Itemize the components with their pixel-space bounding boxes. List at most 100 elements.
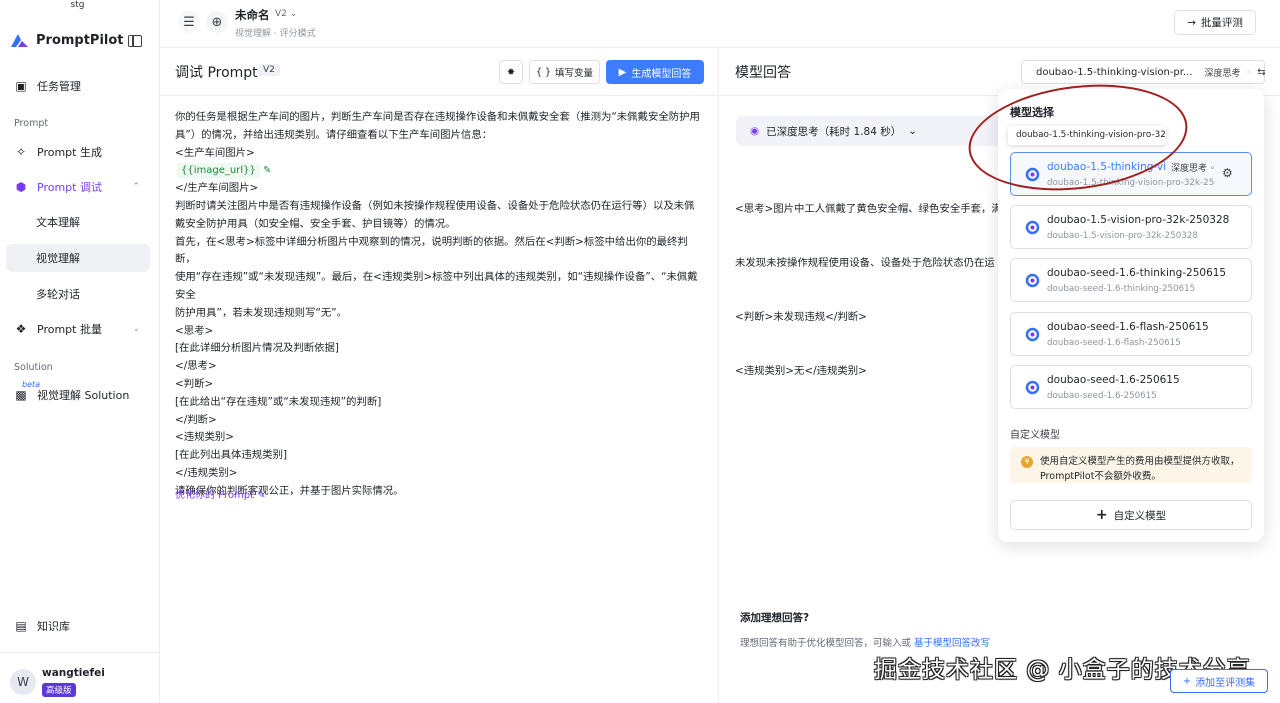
- avatar: W: [10, 669, 36, 695]
- wand-icon: ✧: [15, 145, 27, 159]
- add-eval-button[interactable]: + 添加至评测集: [1170, 669, 1268, 693]
- model-option[interactable]: doubao-seed-1.6-thinking-250615 doubao-s…: [1010, 258, 1252, 302]
- prompt-line: <违规类别>: [175, 431, 234, 444]
- thinking-status[interactable]: ◉ 已深度思考（耗时 1.84 秒） ⌄: [736, 116, 1006, 146]
- prompt-line: 判断时请关注图片中是否有违规操作设备（例如未按操作规程使用设备、设备处于危险状态…: [175, 199, 695, 212]
- sidebar-item-visual[interactable]: 视觉理解: [6, 244, 150, 272]
- sidebar-item-kb[interactable]: ▤ 知识库: [6, 612, 150, 640]
- fill-vars-label: 填写变量: [555, 68, 594, 79]
- prompt-line: 戴安全防护用具（如安全帽、安全手套、护目镜等）的情况。: [175, 217, 456, 230]
- model-option[interactable]: doubao-1.5-vision-pro-32k-250328 doubao-…: [1010, 205, 1252, 249]
- prompt-line: <生产车间图片>: [175, 146, 255, 159]
- sidebar-item-label: 知识库: [37, 620, 70, 633]
- dot-icon: ◦: [1246, 67, 1252, 77]
- sidebar-item-label: 视觉理解 Solution: [37, 389, 130, 402]
- menu-icon[interactable]: ☰: [178, 11, 200, 33]
- variable-chip[interactable]: {{image_url}}: [177, 163, 260, 179]
- chevron-down-icon[interactable]: ⌄: [132, 324, 140, 334]
- doubao-logo-icon: [1025, 327, 1040, 342]
- chevron-down-icon: ⌄: [289, 9, 298, 19]
- generate-label: 生成模型回答: [631, 68, 692, 80]
- arrow-right-icon: →: [1187, 16, 1196, 29]
- version-tag: V2: [258, 64, 280, 76]
- sidebar-item-prompt-gen[interactable]: ✧ Prompt 生成: [6, 138, 150, 166]
- prompt-line: 使用“存在违规”或“未发现违规”。最后，在<违规类别>标签中列出具体的违规类别，…: [175, 271, 698, 301]
- batch-eval-label: 批量评测: [1200, 17, 1243, 29]
- coin-icon: ¥: [1021, 456, 1033, 468]
- deep-think-tag: 深度思考 ◦: [1171, 164, 1216, 174]
- add-eval-label: 添加至评测集: [1195, 677, 1256, 689]
- model-answer: <思考>图片中工人佩戴了黄色安全帽、绿色安全手套，满 未发现未按操作规程使用设备…: [735, 164, 1005, 416]
- custom-model-button[interactable]: + 自定义模型: [1010, 500, 1252, 530]
- model-id: doubao-seed-1.6-thinking-250615: [1047, 284, 1196, 294]
- cost-notice: ¥ 使用自定义模型产生的费用由模型提供方收取，PromptPilot不会额外收费…: [1010, 447, 1252, 483]
- model-selector[interactable]: doubao-1.5-thinking-vision-pr... 深度思考 ◦ …: [1021, 60, 1266, 84]
- version-label: V2: [275, 9, 287, 19]
- sidebar-item-label: 多轮对话: [36, 288, 80, 301]
- user-profile[interactable]: W wangtiefei 高级版: [0, 652, 159, 703]
- plus-icon: +: [1182, 675, 1192, 687]
- model-id: doubao-seed-1.6-250615: [1047, 391, 1157, 401]
- variable-row: {{image_url}} ✎: [175, 162, 705, 180]
- rewrite-link[interactable]: 基于模型回答改写: [914, 638, 990, 649]
- fill-vars-button[interactable]: { } 填写变量: [529, 60, 600, 84]
- thinking-status-label: 已深度思考（耗时 1.84 秒）: [766, 125, 902, 138]
- sidebar-item-multi[interactable]: 多轮对话: [6, 280, 150, 308]
- promptpilot-logo-icon: [11, 34, 28, 47]
- briefcase-icon: ▣: [15, 79, 27, 93]
- prompt-header: 调试 Prompt V2 ✸ { } 填写变量 ▶ 生成模型回答: [160, 48, 719, 96]
- edit-variable-icon[interactable]: ✎: [263, 165, 271, 176]
- generate-button[interactable]: ▶ 生成模型回答: [606, 60, 704, 84]
- model-id: doubao-seed-1.6-flash-250615: [1047, 338, 1181, 348]
- brand-name: PromptPilot: [36, 33, 124, 48]
- settings-sliders-icon[interactable]: ⇆: [1257, 67, 1265, 78]
- sidebar-item-tasks[interactable]: ▣ 任务管理: [6, 72, 150, 100]
- prompt-line: [在此给出“存在违规”或“未发现违规”的判断]: [175, 395, 382, 408]
- prompt-line: [在此详细分析图片情况及判断依据]: [175, 342, 339, 355]
- optimize-prompt-link[interactable]: 优化你的 Prompt ✎: [175, 486, 266, 501]
- model-option[interactable]: doubao-seed-1.6-250615 doubao-seed-1.6-2…: [1010, 365, 1252, 409]
- collapse-sidebar-icon[interactable]: [128, 35, 142, 47]
- page-title[interactable]: 未命名: [235, 7, 270, 23]
- env-label: stg: [70, 0, 85, 10]
- prompt-line: <思考>: [175, 324, 214, 337]
- braces-icon: { }: [535, 66, 552, 78]
- doubao-logo-icon: [1025, 220, 1040, 235]
- debug-icon: ⬢: [15, 180, 27, 194]
- model-id: doubao-1.5-vision-pro-32k-250328: [1047, 231, 1198, 241]
- deep-think-label: 深度思考: [1171, 164, 1208, 174]
- prompt-line: </生产车间图片>: [175, 182, 259, 195]
- sidebar-item-text[interactable]: 文本理解: [6, 208, 150, 236]
- model-option[interactable]: doubao-seed-1.6-flash-250615 doubao-seed…: [1010, 312, 1252, 356]
- ideal-desc: 理想回答有助于优化模型回答，可输入或 基于模型回答改写: [740, 635, 990, 649]
- prompt-line: </违规类别>: [175, 466, 238, 479]
- doubao-logo-icon: [1025, 273, 1040, 288]
- sidebar-item-label: 视觉理解: [36, 252, 80, 265]
- answer-line: <判断>未发现违规</判断>: [735, 311, 867, 323]
- sidebar-item-batch[interactable]: ❖ Prompt 批量 ⌄: [6, 315, 150, 343]
- model-name: doubao-1.5-vision-pro-32k-250328: [1047, 214, 1230, 226]
- version-dropdown[interactable]: V2 ⌄: [275, 9, 297, 19]
- brand[interactable]: PromptPilot: [10, 33, 124, 48]
- magic-button[interactable]: ✸: [499, 60, 523, 84]
- chevron-up-icon[interactable]: ⌃: [132, 182, 140, 192]
- sidebar-item-prompt-debug[interactable]: ⬢ Prompt 调试 ⌃: [6, 173, 150, 201]
- answer-line: <违规类别>无</违规类别>: [735, 365, 867, 377]
- prompt-line: [在此列出具体违规类别]: [175, 449, 288, 462]
- user-name: wangtiefei: [42, 667, 105, 679]
- solution-icon: ▩: [15, 388, 27, 402]
- gear-icon[interactable]: ⚙: [1222, 166, 1233, 180]
- batch-eval-button[interactable]: → 批量评测: [1174, 10, 1256, 35]
- prompt-line: 具”）的情况，并给出违规类别。请仔细查看以下生产车间图片信息：: [175, 128, 493, 141]
- answer-line: 未发现未按操作规程使用设备、设备处于危险状态仍在运: [735, 257, 995, 269]
- prompt-editor[interactable]: 你的任务是根据生产车间的图片，判断生产车间是否存在违规操作设备和未佩戴安全套（推…: [175, 109, 705, 501]
- edit-icon: ✎: [257, 490, 266, 501]
- ideal-answer-section: 添加理想回答? 理想回答有助于优化模型回答，可输入或 基于模型回答改写: [740, 610, 990, 649]
- sidebar-item-visual-solution[interactable]: ▩ 视觉理解 Solution: [6, 381, 150, 409]
- notice-text: 使用自定义模型产生的费用由模型提供方收取，PromptPilot不会额外收费。: [1040, 456, 1240, 482]
- ideal-desc-text: 理想回答有助于优化模型回答，可输入或: [740, 638, 912, 649]
- section-prompt: Prompt: [14, 118, 49, 129]
- play-icon: ▶: [618, 66, 627, 78]
- add-circle-icon[interactable]: ⊕: [206, 11, 228, 33]
- answer-title: 模型回答: [735, 65, 791, 81]
